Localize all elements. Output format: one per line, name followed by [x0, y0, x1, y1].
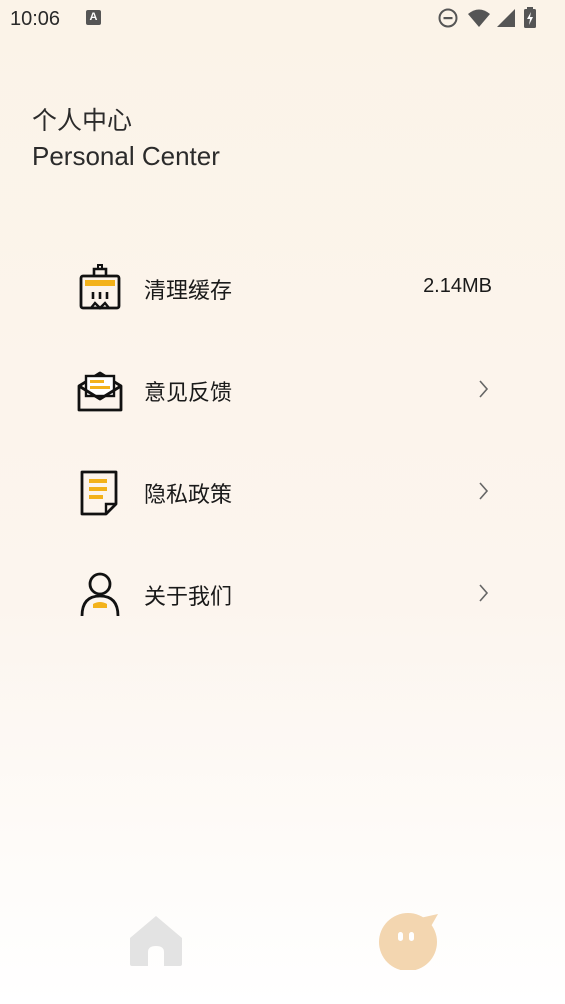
menu-item-feedback[interactable]: 意见反馈	[76, 360, 496, 420]
person-icon	[76, 570, 124, 618]
tab-home[interactable]	[126, 908, 186, 968]
chevron-right-icon	[478, 582, 490, 604]
envelope-icon	[76, 366, 124, 414]
battery-icon	[523, 7, 539, 33]
home-icon	[130, 916, 182, 966]
page-header: 个人中心 Personal Center	[32, 104, 220, 174]
menu-item-label: 清理缓存	[144, 279, 233, 304]
status-icons	[437, 7, 557, 31]
menu-item-privacy-policy[interactable]: 隐私政策	[76, 462, 496, 522]
chevron-right-icon	[478, 480, 490, 502]
menu-item-clear-cache[interactable]: 清理缓存 2.14MB	[76, 258, 496, 318]
cell-signal-icon	[495, 7, 517, 33]
status-time: 10:06	[10, 8, 61, 30]
bottom-tab-bar	[0, 900, 565, 1004]
do-not-disturb-icon	[437, 7, 459, 33]
notification-a-icon: A	[86, 10, 101, 25]
page-subtitle: Personal Center	[32, 141, 220, 171]
menu-item-label: 隐私政策	[144, 483, 233, 508]
menu-item-about-us[interactable]: 关于我们	[76, 564, 496, 624]
cache-size-value: 2.14MB	[423, 275, 492, 297]
chat-face-icon	[379, 913, 438, 971]
document-icon	[76, 468, 124, 516]
chevron-right-icon	[478, 378, 490, 400]
menu-item-label: 关于我们	[144, 585, 233, 610]
wifi-icon	[467, 7, 491, 33]
status-bar: 10:06 A	[0, 0, 565, 38]
menu-item-label: 意见反馈	[144, 381, 233, 406]
tab-me[interactable]	[378, 906, 442, 971]
page-title: 个人中心	[32, 106, 133, 135]
cache-building-icon	[76, 264, 124, 312]
